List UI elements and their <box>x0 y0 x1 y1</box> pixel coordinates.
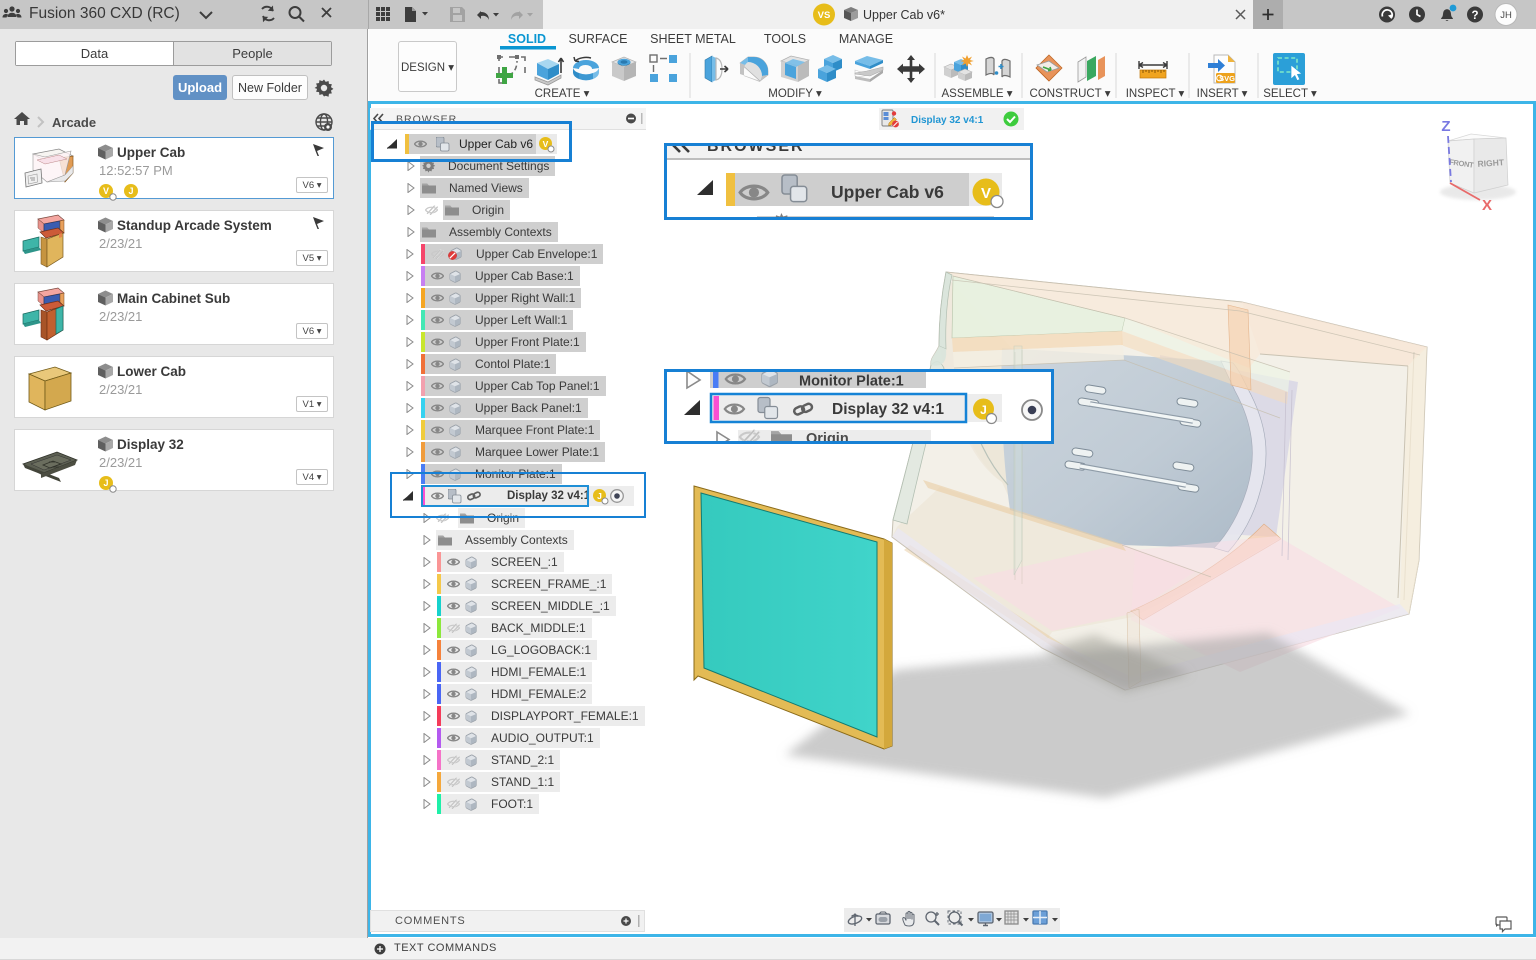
svg-text:Arcade: Arcade <box>52 115 96 130</box>
svg-text:Upper Cab v6: Upper Cab v6 <box>831 182 944 202</box>
svg-text:TOOLS: TOOLS <box>764 32 806 46</box>
svg-text:INSERT ▾: INSERT ▾ <box>1197 88 1248 100</box>
svg-text:Origin: Origin <box>806 431 849 441</box>
svg-text:SHEET METAL: SHEET METAL <box>650 32 736 46</box>
svg-text:Monitor Plate:1: Monitor Plate:1 <box>799 374 904 390</box>
svg-text:BROWSER: BROWSER <box>707 146 805 155</box>
svg-text:CONSTRUCT ▾: CONSTRUCT ▾ <box>1030 88 1111 100</box>
svg-text:SOLID: SOLID <box>508 32 546 46</box>
svg-text:J: J <box>980 403 987 417</box>
svg-text:SELECT ▾: SELECT ▾ <box>1263 88 1317 100</box>
svg-text:V: V <box>981 185 991 202</box>
svg-text:INSPECT ▾: INSPECT ▾ <box>1126 88 1185 100</box>
svg-text:MODIFY ▾: MODIFY ▾ <box>768 88 822 100</box>
svg-text:SURFACE: SURFACE <box>568 32 627 46</box>
svg-text:Display 32 v4:1: Display 32 v4:1 <box>832 401 944 418</box>
svg-text:ASSEMBLE ▾: ASSEMBLE ▾ <box>942 88 1013 100</box>
svg-text:CREATE ▾: CREATE ▾ <box>535 88 590 100</box>
svg-text:MANAGE: MANAGE <box>839 32 893 46</box>
